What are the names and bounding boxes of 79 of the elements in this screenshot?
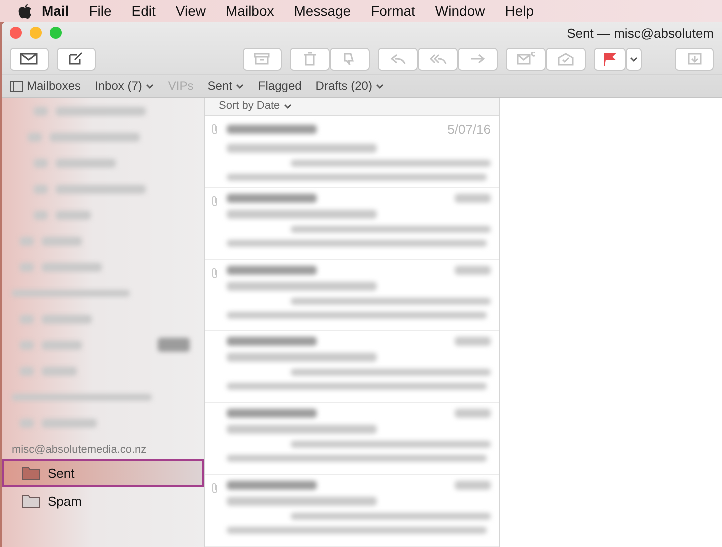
favorite-mailbox[interactable]: Flagged (258, 79, 302, 93)
forward-button[interactable] (458, 48, 498, 70)
flag-menu-button[interactable] (626, 48, 642, 70)
menu-item[interactable]: View (166, 3, 216, 19)
blurred-text (158, 338, 190, 352)
blurred-text (34, 210, 48, 220)
blurred-text (42, 340, 82, 350)
blurred-text (455, 194, 491, 203)
chevron-down-icon (630, 56, 638, 62)
forward-arrow-icon (468, 52, 487, 66)
archive-box-icon (253, 52, 272, 66)
blurred-text (42, 418, 97, 428)
compose-button[interactable] (56, 48, 96, 70)
flag-icon (604, 52, 616, 66)
envelope-icon (20, 52, 38, 66)
menu-item[interactable]: Edit (122, 3, 166, 19)
blurred-text (42, 314, 92, 324)
reply-arrow-icon (388, 52, 407, 66)
menu-item[interactable]: Help (495, 3, 544, 19)
blurred-text (20, 418, 34, 428)
menu-item[interactable]: Mailbox (216, 3, 284, 19)
favorite-mailbox[interactable]: Drafts (20) (316, 79, 384, 93)
menu-item[interactable]: File (79, 3, 122, 19)
blurred-text (455, 481, 491, 490)
zoom-button[interactable] (50, 27, 62, 39)
menu-item[interactable]: Message (284, 3, 362, 19)
flag-button[interactable] (594, 48, 626, 70)
menu-item[interactable]: Format (361, 3, 426, 19)
menu-item[interactable]: Window (425, 3, 496, 19)
folder-icon (22, 494, 40, 508)
favorite-mailbox[interactable]: Sent (208, 79, 244, 93)
minimize-button[interactable] (30, 27, 42, 39)
blurred-text (455, 409, 491, 418)
reply-button[interactable] (378, 48, 418, 70)
menu-item[interactable]: Mail (32, 3, 80, 19)
chevron-down-icon (284, 104, 292, 109)
mark-unread-button[interactable] (506, 48, 546, 70)
blurred-text (56, 158, 116, 168)
mark-read-button[interactable] (546, 48, 586, 70)
blurred-text (455, 266, 491, 275)
message-date: 5/07/16 (448, 122, 491, 137)
reply-all-button[interactable] (418, 48, 458, 70)
archive-button[interactable] (243, 48, 282, 70)
folder-icon (22, 466, 40, 480)
blurred-text (34, 106, 48, 116)
blurred-text (42, 236, 82, 246)
apple-logo-icon[interactable] (18, 3, 32, 19)
sidebar-icon (10, 80, 23, 92)
sort-menu[interactable]: Sort by Date (205, 98, 499, 116)
mailboxes-toggle[interactable]: Mailboxes (10, 79, 82, 93)
blurred-text (20, 262, 34, 272)
junk-button[interactable] (330, 48, 370, 70)
paperclip-icon (211, 194, 220, 207)
paperclip-icon (211, 122, 220, 135)
open-envelope-check-icon (556, 52, 575, 66)
paperclip-icon (211, 266, 220, 279)
trash-button[interactable] (290, 48, 330, 70)
blurred-text (455, 337, 491, 346)
tray-arrow-icon (686, 52, 704, 66)
blurred-text (34, 184, 48, 194)
blurred-text (20, 340, 34, 350)
blurred-text (20, 366, 34, 376)
blurred-text (34, 158, 48, 168)
blurred-text (28, 132, 42, 142)
get-mail-button[interactable] (10, 48, 49, 70)
blurred-text (20, 314, 34, 324)
blurred-text (42, 262, 102, 272)
window-title: Sent — misc@absolutem (567, 26, 714, 40)
blurred-text (42, 366, 77, 376)
reply-all-arrow-icon (428, 52, 447, 66)
blurred-text (20, 236, 34, 246)
folder-item[interactable]: Sent (2, 459, 204, 487)
blurred-text (56, 210, 91, 220)
folder-item[interactable]: Spam (2, 487, 204, 515)
account-header: misc@absolutemedia.co.nz (11, 443, 148, 458)
favorite-mailbox[interactable]: Inbox (7) (95, 79, 154, 93)
move-button[interactable] (675, 48, 714, 70)
paperclip-icon (211, 482, 220, 494)
close-button[interactable] (10, 27, 22, 39)
